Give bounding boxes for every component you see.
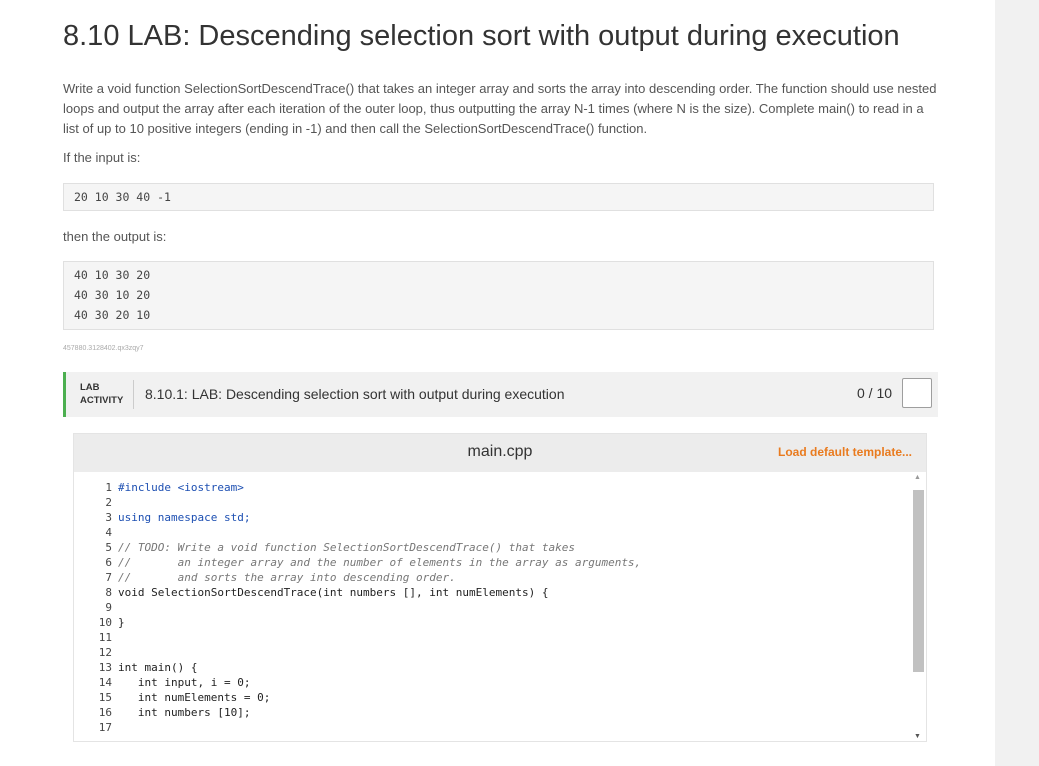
sample-input-line: 20 10 30 40 -1 [74, 190, 171, 204]
problem-description: Write a void function SelectionSortDesce… [63, 81, 937, 136]
line-number-gutter: 1 2 3 4 5 6 7 8 9 10 11 12 13 14 15 16 1… [74, 480, 112, 735]
line-number: 11 [98, 631, 112, 644]
load-default-template-button[interactable]: Load default template... [778, 445, 912, 459]
page: 8.10 LAB: Descending selection sort with… [0, 0, 995, 766]
code-line[interactable]: int numbers [10]; [118, 705, 908, 720]
sample-output-line: 40 30 20 10 [74, 308, 151, 322]
down-arrow-icon[interactable]: ▼ [914, 733, 921, 740]
code-line[interactable] [118, 645, 908, 660]
code-line[interactable]: // TODO: Write a void function Selection… [118, 540, 908, 555]
code-line[interactable] [118, 525, 908, 540]
sample-input-box: 20 10 30 40 -1 [63, 183, 934, 211]
editor-header: main.cpp Load default template... [74, 434, 926, 472]
lab-tag-line: LAB [80, 382, 100, 393]
sample-output-box: 40 10 30 20 40 30 10 20 40 30 20 10 [63, 261, 934, 330]
lab-activity-tag: LAB ACTIVITY [80, 381, 123, 407]
code-line[interactable] [118, 600, 908, 615]
lab-activity-title: 8.10.1: LAB: Descending selection sort w… [145, 386, 565, 402]
lab-tag-line: ACTIVITY [80, 395, 124, 406]
code-text-area[interactable]: #include <iostream> using namespace std;… [118, 480, 908, 735]
line-number: 10 [98, 616, 112, 629]
line-number: 17 [98, 721, 112, 734]
line-number: 8 [105, 586, 112, 599]
sample-output-line: 40 30 10 20 [74, 288, 151, 302]
line-number: 16 [98, 706, 112, 719]
code-line[interactable]: int numElements = 0; [118, 690, 908, 705]
vertical-scrollbar[interactable]: ▲ ▼ [912, 474, 924, 740]
page-title: 8.10 LAB: Descending selection sort with… [63, 20, 900, 52]
line-number: 15 [98, 691, 112, 704]
line-number: 13 [98, 661, 112, 674]
checkbox-icon [902, 378, 932, 408]
line-number: 14 [98, 676, 112, 689]
lab-score: 0 / 10 [857, 385, 893, 401]
line-number: 7 [105, 571, 112, 584]
code-line[interactable]: int input, i = 0; [118, 675, 908, 690]
up-arrow-icon[interactable]: ▲ [914, 474, 921, 481]
line-number: 2 [105, 496, 112, 509]
line-number: 4 [105, 526, 112, 539]
code-editor[interactable]: main.cpp Load default template... 1 2 3 … [73, 433, 927, 742]
scrollbar-thumb[interactable] [913, 490, 924, 672]
code-line[interactable] [118, 495, 908, 510]
code-line[interactable]: // and sorts the array into descending o… [118, 570, 908, 585]
line-number: 6 [105, 556, 112, 569]
line-number: 1 [105, 481, 112, 494]
line-number: 9 [105, 601, 112, 614]
lab-activity-bar: LAB ACTIVITY 8.10.1: LAB: Descending sel… [63, 372, 938, 417]
line-number: 12 [98, 646, 112, 659]
problem-id: 457880.3128402.qx3zqy7 [63, 345, 144, 352]
code-line[interactable]: int main() { [118, 660, 908, 675]
line-number: 3 [105, 511, 112, 524]
code-line[interactable] [118, 720, 908, 735]
code-line[interactable]: } [118, 615, 908, 630]
code-line[interactable]: void SelectionSortDescendTrace(int numbe… [118, 585, 908, 600]
code-line[interactable]: using namespace std; [118, 510, 908, 525]
divider [133, 380, 134, 409]
output-label: then the output is: [63, 229, 167, 244]
code-line[interactable] [118, 630, 908, 645]
code-line[interactable]: #include <iostream> [118, 480, 908, 495]
line-number: 5 [105, 541, 112, 554]
sample-output-line: 40 10 30 20 [74, 268, 151, 282]
input-label: If the input is: [63, 150, 141, 165]
code-line[interactable]: // an integer array and the number of el… [118, 555, 908, 570]
